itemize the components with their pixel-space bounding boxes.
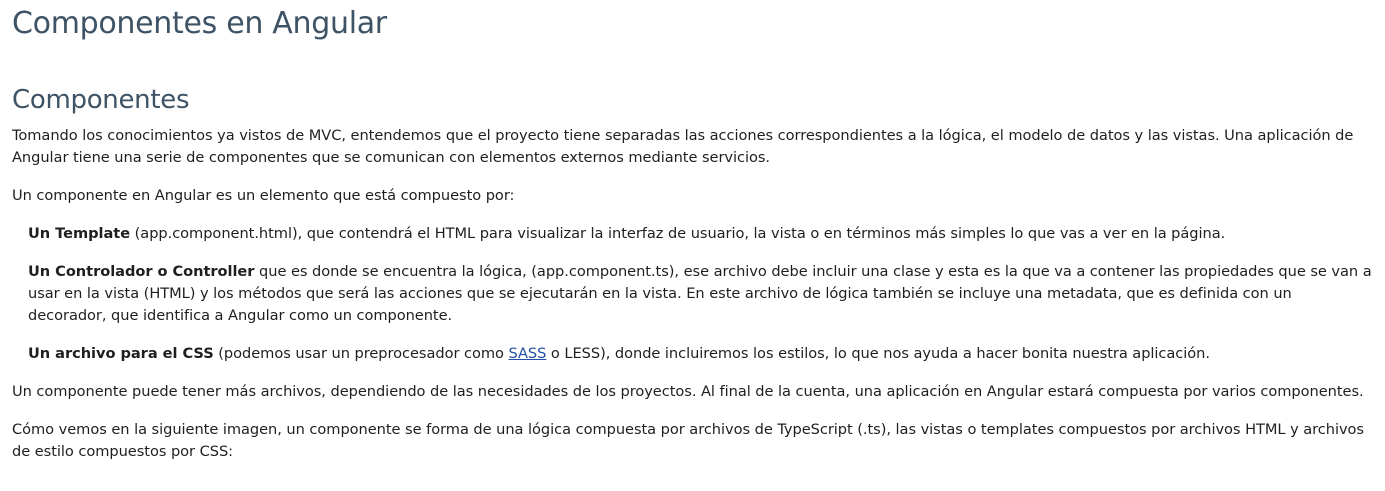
section-heading: Componentes: [12, 85, 190, 115]
template-item: Un Template (app.component.html), que co…: [12, 223, 1373, 245]
intro-paragraph: Tomando los conocimientos ya vistos de M…: [12, 127, 1354, 166]
page-title: Componentes en Angular: [12, 6, 387, 41]
more-files-paragraph: Un componente puede tener más archivos, …: [12, 383, 1364, 400]
sass-link[interactable]: SASS: [508, 345, 546, 362]
template-item-text: (app.component.html), que contendrá el H…: [130, 225, 1226, 242]
css-item-text-before: (podemos usar un preprocesador como: [213, 345, 509, 362]
controller-item-label: Un Controlador o Controller: [28, 263, 255, 280]
css-item: Un archivo para el CSS (podemos usar un …: [12, 343, 1373, 365]
article: Componentes en Angular Componentes Toman…: [0, 0, 1385, 491]
css-item-label: Un archivo para el CSS: [28, 345, 214, 362]
css-item-text-after: o LESS), donde incluiremos los estilos, …: [546, 345, 1210, 362]
controller-item: Un Controlador o Controller que es donde…: [12, 261, 1373, 327]
image-intro-paragraph: Cómo vemos en la siguiente imagen, un co…: [12, 421, 1364, 460]
template-item-label: Un Template: [28, 225, 131, 242]
lead-paragraph: Un componente en Angular es un elemento …: [12, 187, 515, 204]
